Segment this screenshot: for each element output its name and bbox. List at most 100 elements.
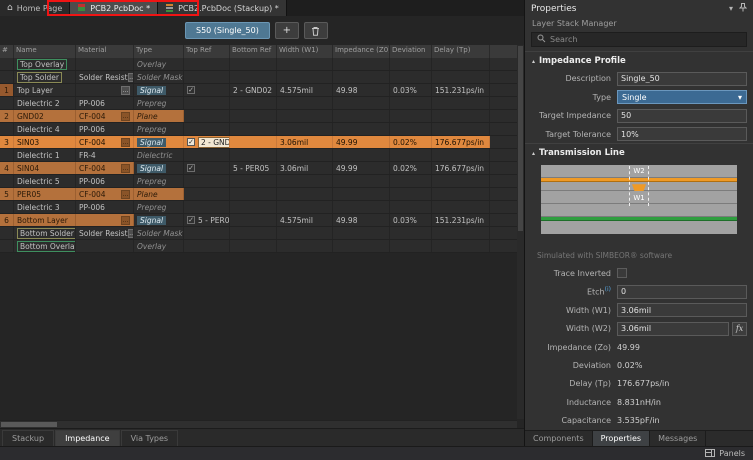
tab-home-page[interactable]: ⌂ Home Page <box>0 0 70 16</box>
description-input[interactable] <box>617 72 747 86</box>
table-row[interactable]: Bottom OverlayOverlay <box>0 240 517 253</box>
width-w1-input[interactable] <box>617 303 747 317</box>
table-row[interactable]: Top OverlayOverlay <box>0 58 517 71</box>
impedance-checkbox[interactable]: ✓ <box>187 138 195 146</box>
width-w2-input[interactable] <box>617 322 729 336</box>
impedance-checkbox[interactable]: ✓ <box>187 86 195 94</box>
material-browse-button[interactable]: … <box>121 86 130 95</box>
material-browse-button[interactable]: … <box>121 164 130 173</box>
add-profile-button[interactable]: + <box>275 22 299 39</box>
tab-label: PCB2.PcbDoc * <box>90 4 150 13</box>
table-row[interactable]: Dielectric 1FR-4Dielectric <box>0 149 517 162</box>
panel-tab-properties[interactable]: Properties <box>593 431 650 446</box>
column-header[interactable]: Impedance (Z0) <box>333 45 390 58</box>
material-browse-button[interactable]: … <box>121 216 130 225</box>
column-header[interactable]: Deviation <box>390 45 432 58</box>
table-row[interactable]: 6Bottom Layer…Signal✓5 - PER054.575mil49… <box>0 214 517 227</box>
row-filler <box>490 214 517 226</box>
table-row[interactable]: Dielectric 2PP-006Prepreg <box>0 97 517 110</box>
width-cell <box>277 71 333 83</box>
delay-cell <box>432 110 490 122</box>
editor-tab-stackup[interactable]: Stackup <box>2 430 54 446</box>
target-impedance-input[interactable] <box>617 109 747 123</box>
material-browse-button[interactable]: … <box>121 112 130 121</box>
material-cell: CF-004… <box>76 162 134 174</box>
delete-profile-button[interactable] <box>304 22 328 39</box>
pcbdoc-icon <box>77 3 86 14</box>
panels-button[interactable]: Panels <box>697 447 753 460</box>
top-ref-cell <box>184 123 230 135</box>
table-row[interactable]: 1Top Layer…Signal✓2 - GND024.575mil49.98… <box>0 84 517 97</box>
search-input[interactable]: Search <box>531 32 747 47</box>
table-row[interactable]: Dielectric 3PP-006Prepreg <box>0 201 517 214</box>
type-cell: Plane <box>134 110 184 122</box>
table-row[interactable]: 4SIN04CF-004…Signal✓5 - PER053.06mil49.9… <box>0 162 517 175</box>
layer-name-cell: Dielectric 3 <box>14 201 76 213</box>
top-ref-cell: ✓ <box>184 162 230 174</box>
delay-cell: 151.231ps/in <box>432 214 490 226</box>
pin-icon[interactable] <box>739 3 747 14</box>
table-row[interactable]: Top SolderSolder Resist…Solder Mask <box>0 71 517 84</box>
target-tolerance-input[interactable] <box>617 127 747 141</box>
impedance-checkbox[interactable]: ✓ <box>187 216 195 224</box>
column-header-filler <box>490 45 517 58</box>
etch-input[interactable] <box>617 285 747 299</box>
table-row[interactable]: 5PER05CF-004…Plane <box>0 188 517 201</box>
bottom-ref-cell: 5 - PER05 <box>230 162 277 174</box>
impedance-profile-button[interactable]: S50 (Single_50) <box>185 22 270 39</box>
table-row[interactable]: 3SIN03CF-004…Signal✓2 - GND023.06mil49.9… <box>0 136 517 149</box>
column-header[interactable]: Name <box>14 45 76 58</box>
width-w2-label: Width (W2) <box>531 324 617 333</box>
fx-button[interactable]: fx <box>732 322 747 336</box>
panel-tab-components[interactable]: Components <box>525 431 593 446</box>
width-cell <box>277 227 333 239</box>
table-row[interactable]: Dielectric 4PP-006Prepreg <box>0 123 517 136</box>
column-header[interactable]: Width (W1) <box>277 45 333 58</box>
scrollbar-thumb[interactable] <box>518 46 523 231</box>
layer-name-cell: SIN04 <box>14 162 76 174</box>
section-transmission-line[interactable]: ▴ Transmission Line <box>525 143 753 161</box>
layer-name: PER05 <box>17 190 41 199</box>
editor-tab-impedance[interactable]: Impedance <box>55 430 120 446</box>
panel-title: Properties <box>531 4 576 14</box>
scrollbar-thumb[interactable] <box>1 422 57 427</box>
layer-number-cell: 5 <box>0 188 14 200</box>
impedance-checkbox[interactable]: ✓ <box>187 164 195 172</box>
top-ref-value[interactable]: 2 - GND02 <box>198 137 230 148</box>
table-row[interactable]: 2GND02CF-004…Plane <box>0 110 517 123</box>
tab-pcb2-pcbdoc-stackup[interactable]: PCB2.PcbDoc (Stackup) * <box>158 0 287 16</box>
dimension-line <box>629 166 630 206</box>
trace-inverted-checkbox[interactable] <box>617 268 627 278</box>
tab-pcb2-pcbdoc[interactable]: PCB2.PcbDoc * <box>70 0 158 16</box>
editor-tab-via-types[interactable]: Via Types <box>121 430 179 446</box>
type-cell: Prepreg <box>134 123 184 135</box>
type-cell: Plane <box>134 188 184 200</box>
material-browse-button[interactable]: … <box>121 190 130 199</box>
table-row[interactable]: Bottom SolderSolder Resist…Solder Mask <box>0 227 517 240</box>
panel-tab-messages[interactable]: Messages <box>650 431 706 446</box>
layer-number-cell <box>0 175 14 187</box>
bottom-ref-cell <box>230 149 277 161</box>
width-w1-label: Width (W1) <box>531 306 617 315</box>
horizontal-scrollbar[interactable] <box>0 420 517 428</box>
column-header[interactable]: # <box>0 45 14 58</box>
delay-cell <box>432 175 490 187</box>
section-impedance-profile[interactable]: ▴ Impedance Profile <box>525 51 753 69</box>
type-select[interactable]: Single ▾ <box>617 90 747 104</box>
width-cell <box>277 110 333 122</box>
impedance-cell <box>333 240 390 252</box>
top-ref-value[interactable]: 5 - PER05 <box>198 216 230 225</box>
top-ref-cell: ✓ <box>184 84 230 96</box>
column-header[interactable]: Delay (Tp) <box>432 45 490 58</box>
column-header[interactable]: Bottom Ref <box>230 45 277 58</box>
chevron-down-icon[interactable]: ▾ <box>729 4 733 13</box>
width-cell <box>277 201 333 213</box>
type-cell: Solder Mask <box>134 227 184 239</box>
bottom-ref-cell <box>230 71 277 83</box>
material-browse-button[interactable]: … <box>121 138 130 147</box>
column-header[interactable]: Top Ref <box>184 45 230 58</box>
table-row[interactable]: Dielectric 5PP-006Prepreg <box>0 175 517 188</box>
column-header[interactable]: Type <box>134 45 184 58</box>
column-header[interactable]: Material <box>76 45 134 58</box>
vertical-scrollbar[interactable] <box>517 45 524 419</box>
